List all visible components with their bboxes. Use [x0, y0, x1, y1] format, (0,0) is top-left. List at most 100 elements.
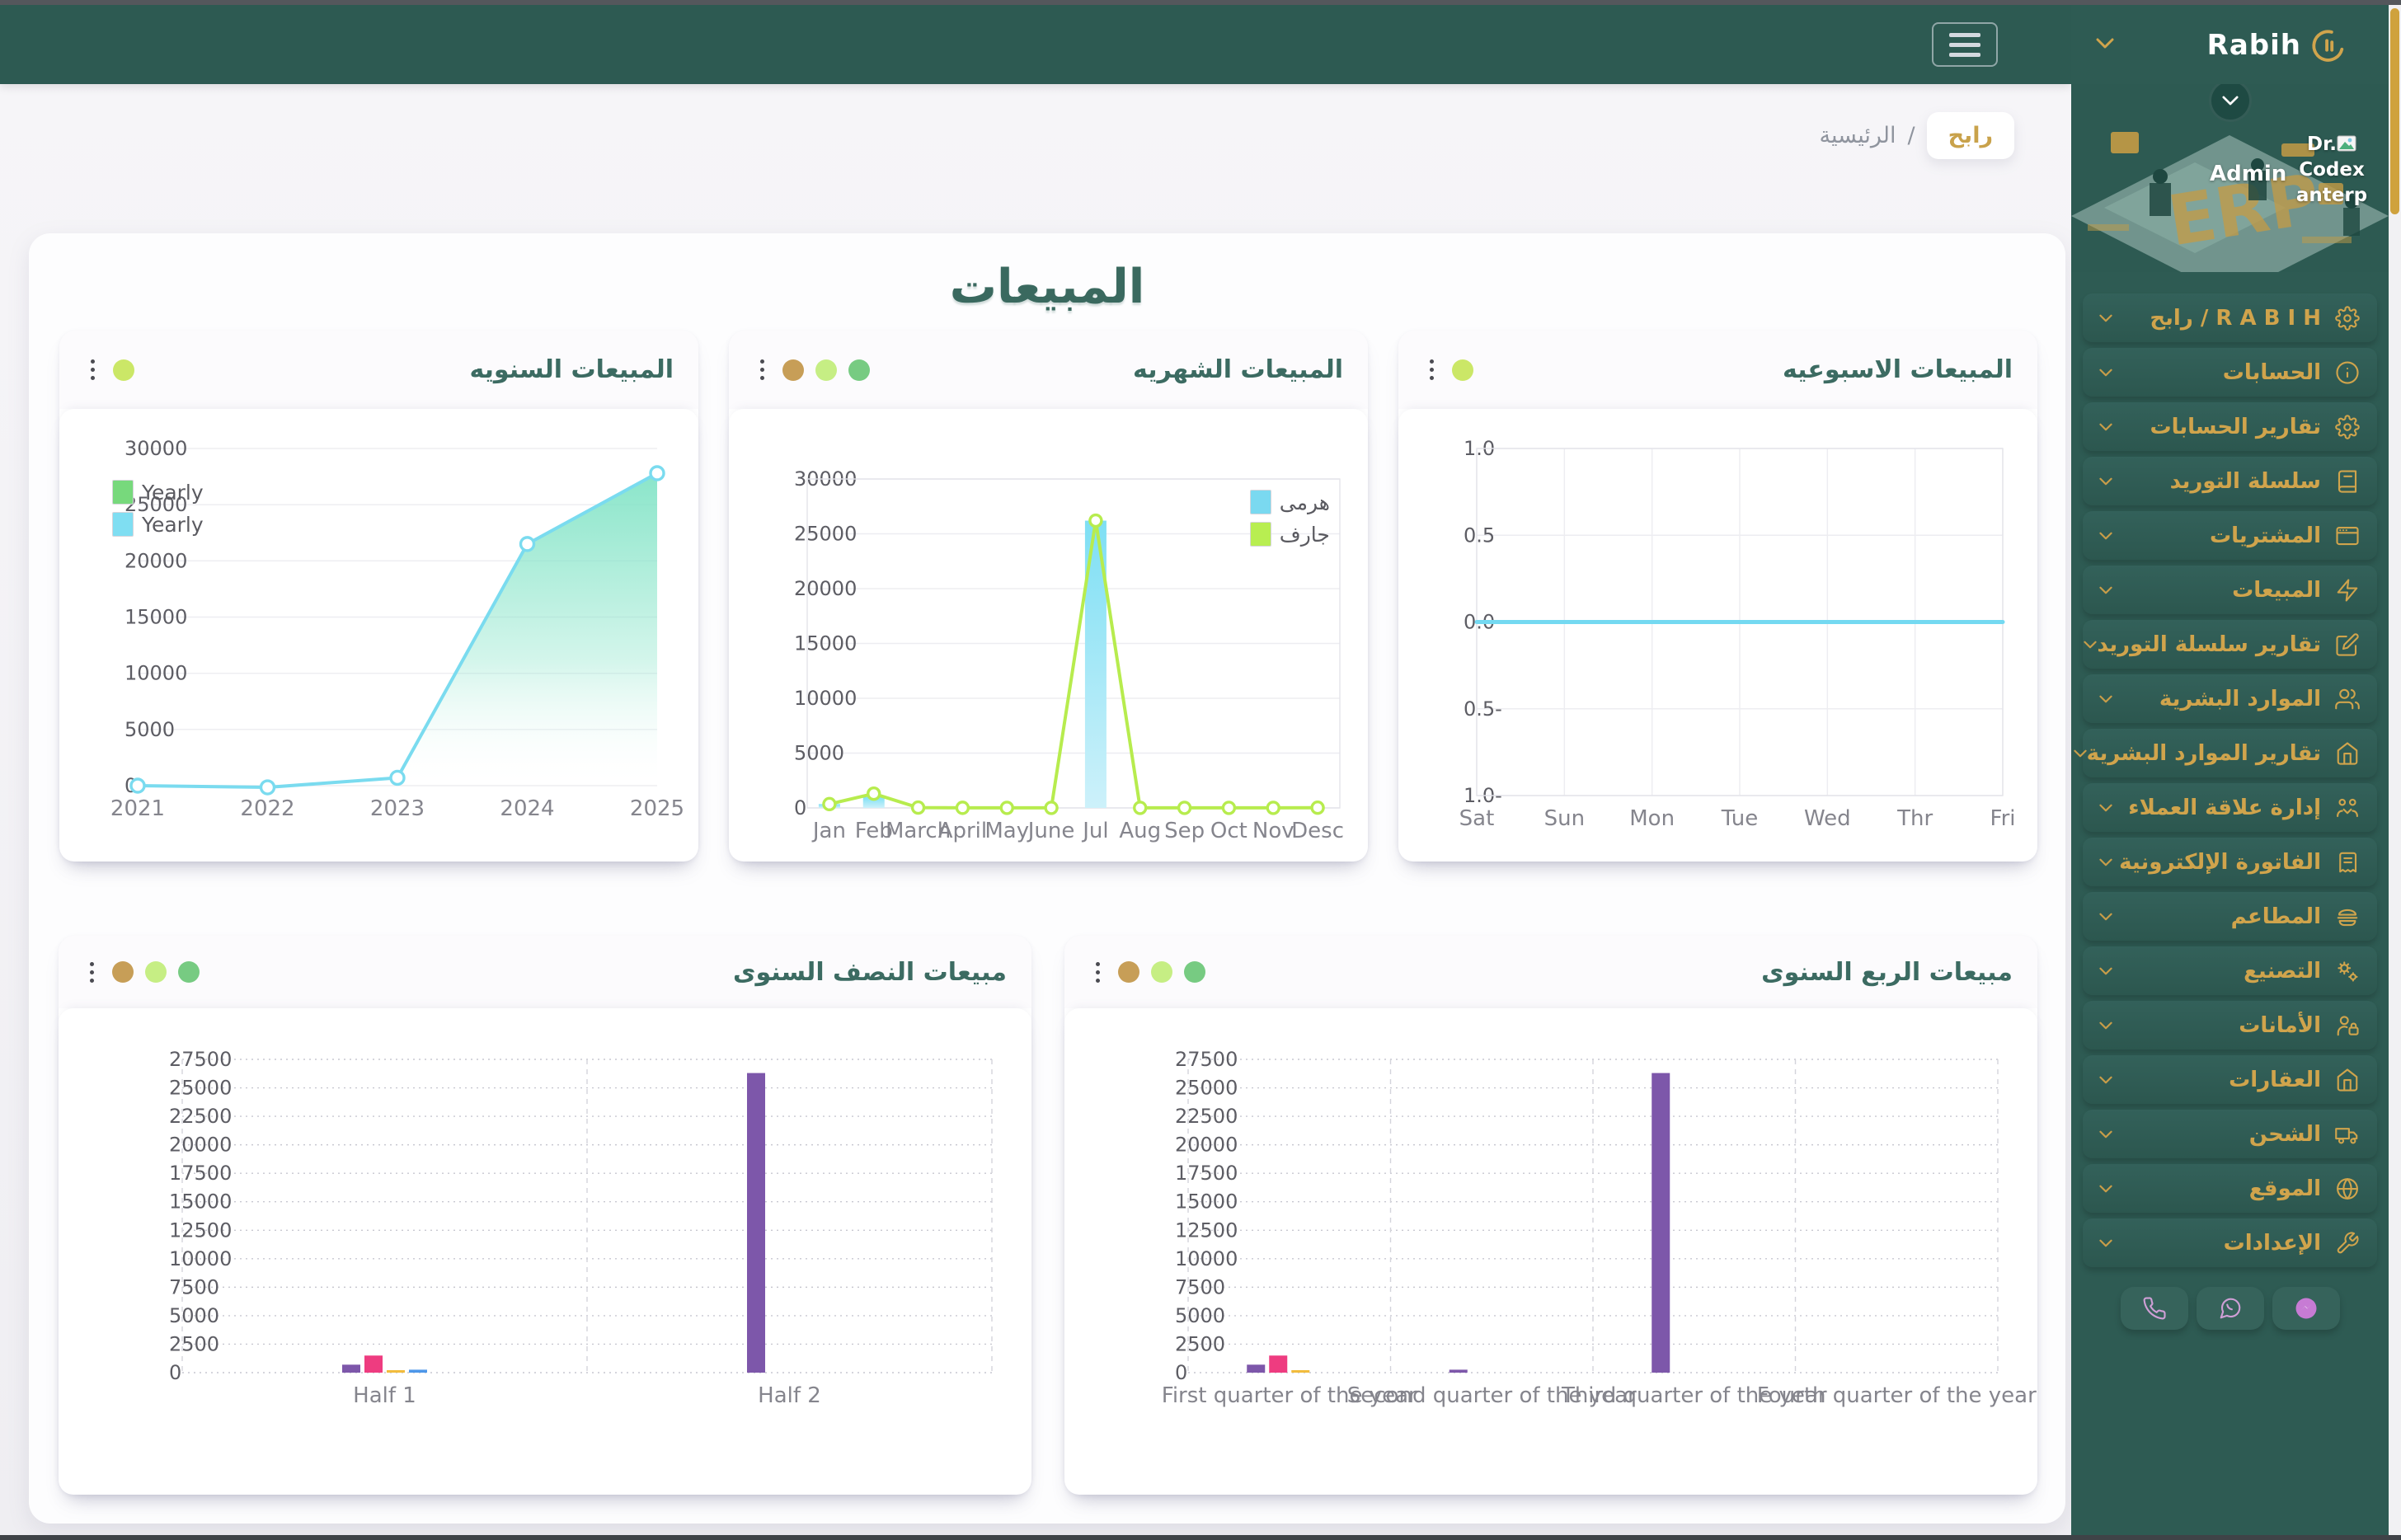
svg-text:5000: 5000: [125, 718, 175, 741]
sidebar-item-16[interactable]: الشحن: [2083, 1110, 2377, 1158]
sidebar-item-6[interactable]: المبيعات: [2083, 566, 2377, 614]
messenger-button[interactable]: [2272, 1287, 2340, 1330]
home-icon: [2337, 1068, 2358, 1092]
admin-label: Admin: [2210, 162, 2287, 186]
sidebar-item-18[interactable]: الإعدادات: [2083, 1218, 2377, 1267]
svg-text:10000: 10000: [1175, 1247, 1238, 1270]
chart-canvas: 2750025000225002000017500150001250010000…: [1162, 1048, 2037, 1408]
legend-item[interactable]: جارف: [1249, 522, 1330, 547]
brand-name: Rabih: [2206, 29, 2301, 62]
status-dot: [1118, 961, 1139, 983]
legend-item[interactable]: Yearly: [112, 480, 204, 505]
whatsapp-button[interactable]: [2196, 1287, 2264, 1330]
app-window: الرئيسية / رابح المبيعات المبيعات الاسبو…: [0, 0, 2401, 1540]
status-dot: [112, 961, 134, 983]
sidebar: Rabih ERP Admin Dr. Codex anterp R A B I…: [2071, 5, 2401, 1535]
chevron-down-icon: [2099, 967, 2112, 975]
kebab-menu-icon[interactable]: [754, 356, 771, 383]
svg-text:15000: 15000: [1175, 1190, 1238, 1214]
sidebar-item-4[interactable]: سلسلة التوريد: [2083, 457, 2377, 505]
svg-text:Nov: Nov: [1252, 819, 1294, 843]
breadcrumb-home[interactable]: الرئيسية: [1819, 123, 1896, 148]
gear-icon: [2335, 414, 2360, 439]
book-icon: [2338, 469, 2357, 493]
chevron-down-icon[interactable]: [2096, 38, 2114, 49]
sidebar-item-label: الحسابات: [2222, 359, 2321, 385]
crescent-icon: [2312, 30, 2344, 62]
globe-icon: [2337, 1177, 2358, 1200]
chevron-down-icon: [2099, 858, 2112, 866]
svg-text:Wed: Wed: [1804, 806, 1851, 831]
chevron-down-icon: [2099, 1130, 2112, 1139]
sidebar-item-label: المطاعم: [2230, 904, 2321, 929]
legend-item[interactable]: هرمى: [1249, 490, 1330, 514]
chevron-down-icon: [2074, 749, 2087, 758]
svg-text:-0.5: -0.5: [1464, 697, 1502, 721]
sidebar-item-7[interactable]: تقارير سلسلة التوريد: [2083, 620, 2377, 669]
brand[interactable]: Rabih: [2207, 26, 2347, 64]
charts-row-bottom: مبيعات الربع السنوى 27500 25000 22500 20000…: [57, 936, 2037, 1509]
sidebar-item-15[interactable]: العقارات: [2083, 1055, 2377, 1104]
status-dot: [178, 961, 200, 983]
sidebar-item-label: تقارير الموارد البشرية: [2086, 740, 2321, 766]
svg-text:2022: 2022: [240, 796, 294, 821]
chart-widget-yearly: المبيعات السنويه 30000 25000 20000 15000 100…: [59, 331, 698, 876]
chart-title: المبيعات السنويه: [469, 355, 674, 384]
svg-text:2500: 2500: [1175, 1332, 1225, 1355]
svg-text:15000: 15000: [125, 606, 187, 629]
svg-text:April: April: [938, 819, 987, 843]
svg-text:Fourth quarter of the year: Fourth quarter of the year: [1757, 1383, 2037, 1408]
chart-canvas: 300002500020000150001000050000Jan FebMarc…: [794, 467, 1344, 843]
status-dot: [113, 359, 134, 381]
sidebar-item-10[interactable]: إدارة علاقة العملاء: [2083, 783, 2377, 832]
svg-text:2500: 2500: [169, 1332, 219, 1355]
bolt-icon: [2337, 578, 2358, 602]
kebab-menu-icon[interactable]: [84, 356, 101, 383]
chart-panel: 1.0 0.5 0.0 -0.5 -1.0 Sat Sun Mon Tue Wed Thr Fri: [1398, 409, 2037, 862]
svg-text:June: June: [1027, 819, 1075, 843]
sidebar-item-14[interactable]: الأمانات: [2083, 1001, 2377, 1049]
chart-canvas: 1.00.50.0-0.5-1.0Sat Sun Mon Tue Wed Thr Fri: [1459, 437, 2016, 831]
svg-text:5000: 5000: [794, 742, 844, 765]
sidebar-item-3[interactable]: تقارير الحسابات: [2083, 402, 2377, 451]
sidebar-item-label: تقارير الحسابات: [2150, 414, 2321, 439]
crm-icon: [2337, 798, 2358, 817]
kebab-menu-icon[interactable]: [1089, 959, 1107, 986]
chevron-down-icon: [2099, 1239, 2112, 1247]
kebab-menu-icon[interactable]: [1423, 356, 1440, 383]
whatsapp-icon: [2220, 1298, 2240, 1319]
scrollbar-thumb[interactable]: [2390, 8, 2399, 214]
svg-text:17500: 17500: [169, 1162, 232, 1185]
svg-text:10000: 10000: [169, 1247, 232, 1270]
chart-panel: 30000 25000 20000 15000 10000 5000 0 Jan Feb Marc…: [729, 409, 1368, 862]
legend-swatch: [1249, 490, 1271, 514]
chart-legend: هرمى جارف: [1249, 490, 1330, 547]
breadcrumb-current-chip[interactable]: رابح: [1926, 112, 2014, 159]
sidebar-item-label: الشحن: [2248, 1121, 2321, 1147]
svg-text:0: 0: [169, 1361, 181, 1384]
chevron-down-icon: [2099, 314, 2112, 322]
legend-item[interactable]: Yearly: [112, 512, 204, 537]
kebab-menu-icon[interactable]: [83, 959, 101, 986]
sidebar-item-label: R A B I H / رابح: [2150, 305, 2321, 331]
sidebar-item-17[interactable]: الموقع: [2083, 1164, 2377, 1213]
legend-swatch: [112, 480, 134, 505]
svg-text:27500: 27500: [169, 1048, 232, 1071]
scrollbar-track[interactable]: [2389, 5, 2401, 1535]
chart-widget-monthly: المبيعات الشهريه 30000 25000 20000 15000 100…: [729, 331, 1368, 876]
svg-text:Half 2: Half 2: [758, 1383, 821, 1408]
sidebar-item-1[interactable]: R A B I H / رابح: [2083, 293, 2377, 342]
svg-text:15000: 15000: [794, 632, 857, 655]
svg-text:7500: 7500: [169, 1275, 219, 1298]
phone-button[interactable]: [2120, 1287, 2188, 1330]
sidebar-item-5[interactable]: المشتريات: [2083, 511, 2377, 560]
hamburger-menu-button[interactable]: [1932, 22, 1998, 67]
sidebar-item-2[interactable]: الحسابات: [2083, 348, 2377, 397]
sidebar-item-12[interactable]: المطاعم: [2083, 892, 2377, 941]
sidebar-item-8[interactable]: الموارد البشرية: [2083, 674, 2377, 723]
svg-text:10000: 10000: [794, 687, 857, 710]
legend-swatch: [1249, 522, 1271, 547]
sidebar-item-13[interactable]: التصنيع: [2083, 946, 2377, 995]
sidebar-item-11[interactable]: الفاتورة الإلكترونية: [2083, 838, 2377, 886]
sidebar-item-9[interactable]: تقارير الموارد البشرية: [2074, 729, 2377, 777]
